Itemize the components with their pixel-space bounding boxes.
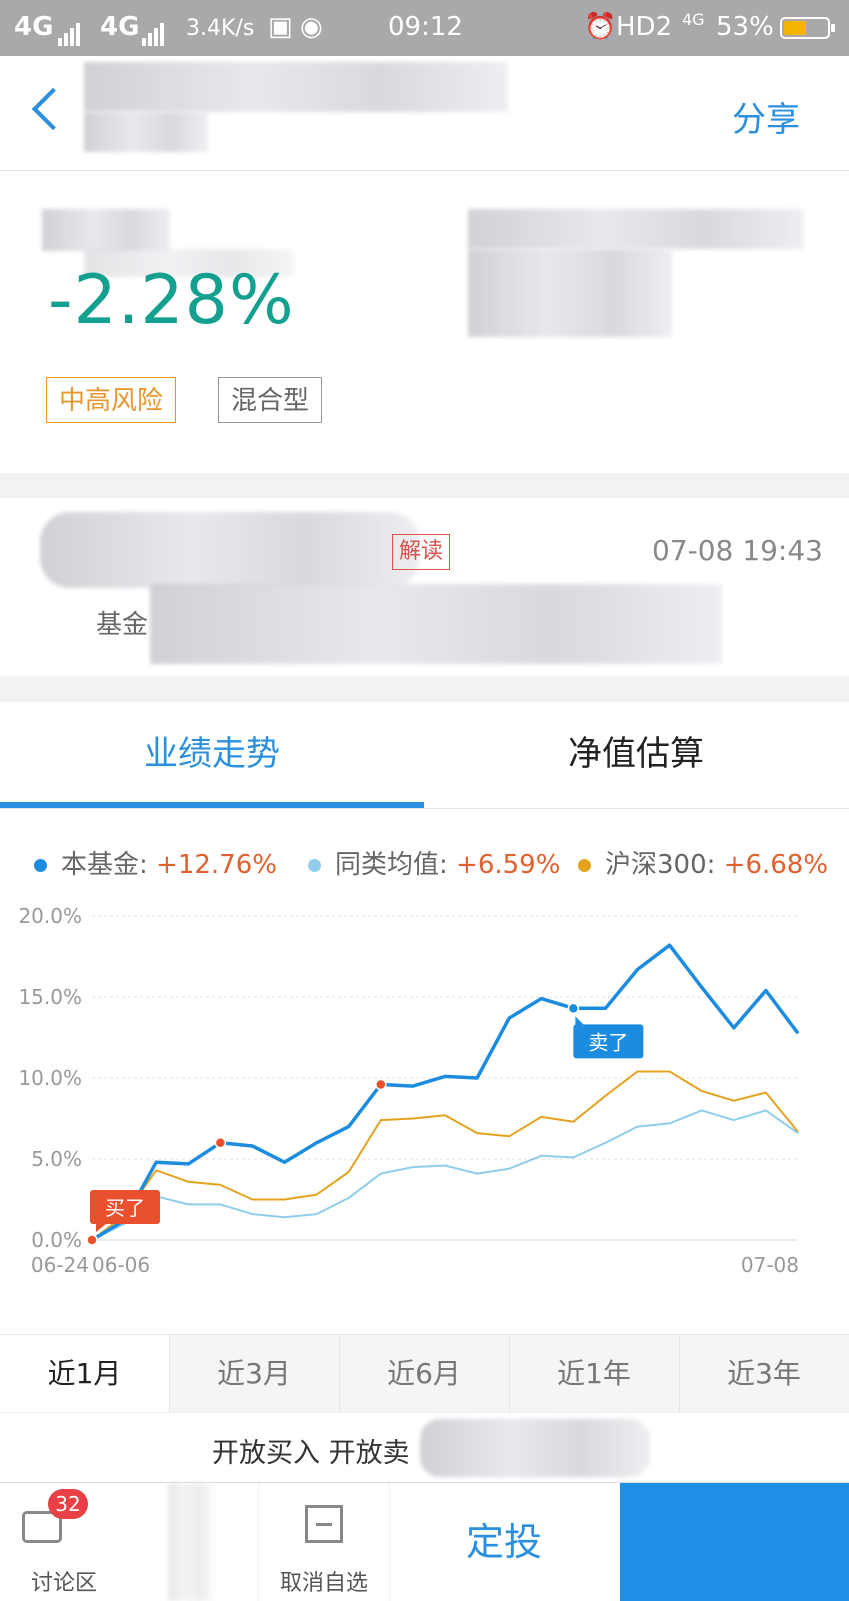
blurred-item: [168, 1483, 212, 1601]
legend-dot-icon: [308, 859, 321, 872]
trade-status-row: 开放买入 开放卖: [0, 1412, 849, 1483]
news-card[interactable]: 解读 07-08 19:43 基金: [0, 498, 849, 676]
news-snippet: 基金: [96, 610, 149, 640]
x-tick-label: 06-06: [92, 1253, 150, 1277]
legend-item-hs300: 沪深300: +6.68%: [578, 844, 828, 881]
buy-callout-label: 买了: [105, 1196, 145, 1220]
discuss-badge: 32: [48, 1489, 88, 1519]
discuss-button[interactable]: 32 讨论区: [0, 1483, 128, 1601]
battery-percent: 53%: [716, 12, 774, 42]
network-indicator-1: 4G: [14, 12, 54, 42]
y-tick-label: 10.0%: [18, 1066, 82, 1090]
share-button[interactable]: 分享: [732, 92, 800, 141]
blurred-nav-value: [468, 249, 672, 337]
performance-chart[interactable]: 0.0% 5.0% 10.0% 15.0% 20.0% 06-0606-24 07-08 买了…: [0, 892, 849, 1312]
series-line-1: [91, 1109, 799, 1241]
period-3y[interactable]: 近3年: [679, 1335, 848, 1413]
period-1y[interactable]: 近1年: [509, 1335, 678, 1413]
signal-icon-2: [140, 16, 164, 46]
x-tick-label: 06-24: [31, 1253, 89, 1277]
blurred-trade-info: [420, 1419, 650, 1477]
period-6m[interactable]: 近6月: [339, 1335, 508, 1413]
x-tick-label: 07-08: [741, 1253, 799, 1277]
blurred-label: [42, 209, 170, 251]
risk-level-tag: 中高风险: [46, 377, 177, 423]
clock-time: 09:12: [388, 12, 463, 42]
back-arrow-icon[interactable]: [31, 87, 75, 131]
legend-item-peer-average: 同类均值: +6.59%: [308, 844, 560, 881]
period-1m[interactable]: 近1月: [0, 1335, 169, 1413]
notification-icon: ▣: [268, 12, 293, 42]
legend-dot-icon: [578, 859, 591, 872]
sell-callout-label: 卖了: [588, 1030, 628, 1054]
blurred-news-body: [150, 584, 722, 664]
fund-summary-card: -2.28% 中高风险 混合型: [0, 171, 849, 473]
period-selector: 近1月 近3月 近6月 近1年 近3年: [0, 1334, 849, 1413]
network-small: 4G: [682, 10, 705, 29]
network-indicator-2: 4G: [100, 12, 140, 42]
hd-indicator: HD2: [616, 12, 673, 42]
unfavorite-label: 取消自选: [279, 1571, 368, 1596]
buy-point-marker: [214, 1137, 227, 1149]
battery-icon: [780, 17, 835, 39]
blurred-news-title: [40, 512, 420, 588]
fund-type-tag: 混合型: [218, 377, 323, 423]
tab-nav-estimate[interactable]: 净值估算: [424, 702, 848, 808]
tab-performance[interactable]: 业绩走势: [0, 702, 424, 808]
legend-dot-icon: [34, 859, 47, 872]
buy-point-marker: [375, 1078, 387, 1091]
y-tick-label: 15.0%: [18, 985, 82, 1009]
wechat-icon: ◉: [300, 12, 323, 42]
header: 分享: [0, 56, 849, 171]
period-3m[interactable]: 近3月: [169, 1335, 338, 1413]
news-time: 07-08 19:43: [652, 534, 823, 567]
bottom-action-bar: 32 讨论区 取消自选 定投: [0, 1482, 849, 1601]
legend-item-fund: 本基金: +12.76%: [34, 844, 277, 881]
signal-icon-1: [56, 16, 80, 46]
y-tick-label: 0.0%: [31, 1228, 82, 1252]
buy-point-marker: [86, 1234, 98, 1246]
y-tick-label: 5.0%: [31, 1147, 82, 1171]
network-speed: 3.4K/s: [186, 16, 255, 41]
y-tick-label: 20.0%: [18, 904, 82, 928]
discuss-label: 讨论区: [30, 1571, 97, 1596]
unfavorite-icon: [305, 1505, 343, 1543]
alarm-icon: ⏰: [584, 12, 617, 42]
tab-divider: [0, 808, 849, 809]
return-rate: -2.28%: [48, 261, 295, 340]
unfavorite-button[interactable]: 取消自选: [258, 1483, 390, 1601]
buy-button[interactable]: [620, 1483, 849, 1601]
blurred-nav-label: [468, 209, 804, 249]
sell-point-marker: [567, 1002, 580, 1015]
series-line-0: [91, 943, 800, 1242]
performance-section: 业绩走势 净值估算 本基金: +12.76% 同类均值: +6.59% 沪深30…: [0, 702, 849, 1412]
news-tag: 解读: [392, 534, 451, 570]
auto-invest-button[interactable]: 定投: [388, 1483, 620, 1601]
trade-status: 开放买入 开放卖: [212, 1438, 410, 1469]
blurred-title: [84, 62, 508, 112]
status-bar: 4G 4G 3.4K/s ▣ ◉ 09:12 ⏰ HD2 4G 53%: [0, 0, 849, 56]
blurred-title-2: [84, 112, 208, 152]
